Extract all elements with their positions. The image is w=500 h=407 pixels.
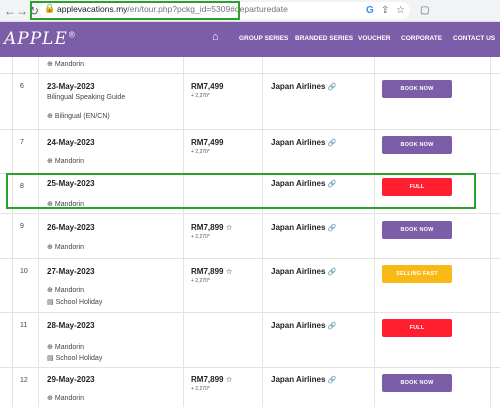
- departure-date: 28-May-2023: [47, 321, 95, 330]
- nav-group-series[interactable]: GROUP SERIES: [239, 35, 288, 42]
- school-holiday-tag: ▤ School Holiday: [47, 355, 103, 362]
- google-icon[interactable]: G: [366, 3, 374, 19]
- table-row: 11 28-May-2023 ⊕ Mandorin ▤ School Holiday…: [0, 313, 500, 368]
- link-icon: 🔗: [327, 84, 337, 91]
- globe-icon: ⊕: [47, 113, 53, 120]
- book-now-button[interactable]: BOOK NOW: [382, 374, 452, 392]
- airline[interactable]: Japan Airlines 🔗: [271, 82, 336, 91]
- link-icon: 🔗: [327, 140, 337, 147]
- link-icon: 🔗: [327, 225, 337, 232]
- globe-icon: ⊕: [47, 158, 53, 165]
- price: RM7,899 ☆: [191, 223, 233, 232]
- language: ⊕ Bilingual (EN/CN): [47, 113, 110, 120]
- link-icon: 🔗: [327, 323, 337, 330]
- row-number: 12: [20, 377, 28, 384]
- guide-note: Bilingual Speaking Guide: [47, 94, 126, 101]
- star-icon: ☆: [225, 375, 233, 384]
- table-row: 7 24-May-2023 ⊕ Mandorin RM7,499 + 2,270*…: [0, 130, 500, 174]
- departure-date: 23-May-2023: [47, 82, 95, 91]
- link-icon: 🔗: [327, 377, 337, 384]
- table-row: ⊕ Mandorin: [0, 57, 500, 74]
- departures-table: ⊕ Mandorin 6 23-May-2023 Bilingual Speaki…: [0, 57, 500, 407]
- tax-amount: + 2,270*: [191, 149, 210, 155]
- row-number: 10: [20, 268, 28, 275]
- star-icon: ☆: [225, 267, 233, 276]
- price: RM7,499: [191, 82, 224, 91]
- language: ⊕ Mandorin: [47, 395, 85, 402]
- tax-amount: + 2,270*: [191, 93, 210, 99]
- language: ⊕ Mandorin: [47, 244, 85, 251]
- airline[interactable]: Japan Airlines 🔗: [271, 138, 336, 147]
- globe-icon: ⊕: [47, 395, 53, 402]
- language: ⊕ Mandorin: [47, 61, 85, 68]
- language: ⊕ Mandorin: [47, 344, 85, 351]
- site-header: APPLE® ⌂ GROUP SERIES BRANDED SERIES VOU…: [0, 22, 500, 57]
- extensions-icon[interactable]: ▢: [420, 3, 429, 19]
- airline[interactable]: Japan Airlines 🔗: [271, 321, 336, 330]
- star-icon: ☆: [225, 223, 233, 232]
- selling-fast-button[interactable]: SELLING FAST: [382, 265, 452, 283]
- table-row: 12 29-May-2023 ⊕ Mandorin RM7,899 ☆ + 2,2…: [0, 368, 500, 407]
- school-holiday-tag: ▤ School Holiday: [47, 299, 103, 306]
- nav-corporate[interactable]: CORPORATE: [401, 35, 442, 42]
- nav-voucher[interactable]: VOUCHER: [358, 35, 391, 42]
- book-now-button[interactable]: BOOK NOW: [382, 136, 452, 154]
- nav-branded-series[interactable]: BRANDED SERIES: [295, 35, 353, 42]
- share-icon[interactable]: ⇪: [381, 3, 389, 19]
- airline[interactable]: Japan Airlines 🔗: [271, 223, 336, 232]
- price: RM7,899 ☆: [191, 375, 233, 384]
- row-number: 9: [20, 223, 24, 230]
- globe-icon: ⊕: [47, 287, 53, 294]
- book-now-button[interactable]: BOOK NOW: [382, 221, 452, 239]
- calendar-icon: ▤: [47, 355, 54, 362]
- row-highlight-box: [6, 173, 476, 209]
- row-number: 11: [20, 322, 28, 329]
- table-row: 9 26-May-2023 ⊕ Mandorin RM7,899 ☆ + 2,27…: [0, 214, 500, 259]
- departure-date: 29-May-2023: [47, 375, 95, 384]
- globe-icon: ⊕: [47, 344, 53, 351]
- airline[interactable]: Japan Airlines 🔗: [271, 375, 336, 384]
- full-button[interactable]: FULL: [382, 319, 452, 337]
- row-number: 6: [20, 83, 24, 90]
- language: ⊕ Mandorin: [47, 287, 85, 294]
- browser-toolbar: ← → ↻ 🔒 applevacations.my/en/tour.php?pc…: [0, 0, 500, 22]
- tax-amount: + 2,270*: [191, 278, 210, 284]
- departure-date: 26-May-2023: [47, 223, 95, 232]
- home-icon[interactable]: ⌂: [212, 31, 219, 43]
- calendar-icon: ▤: [47, 299, 54, 306]
- price: RM7,899 ☆: [191, 267, 233, 276]
- row-number: 7: [20, 139, 24, 146]
- airline[interactable]: Japan Airlines 🔗: [271, 267, 336, 276]
- departure-date: 24-May-2023: [47, 138, 95, 147]
- language: ⊕ Mandorin: [47, 158, 85, 165]
- globe-icon: ⊕: [47, 61, 53, 68]
- bookmark-star-icon[interactable]: ☆: [396, 3, 405, 19]
- tax-amount: + 2,270*: [191, 386, 210, 392]
- table-row: 6 23-May-2023 Bilingual Speaking Guide ⊕…: [0, 74, 500, 130]
- nav-contact-us[interactable]: CONTACT US: [453, 35, 495, 42]
- tax-amount: + 2,270*: [191, 234, 210, 240]
- logo[interactable]: APPLE®: [4, 29, 77, 49]
- table-row: 10 27-May-2023 ⊕ Mandorin ▤ School Holiday…: [0, 259, 500, 313]
- globe-icon: ⊕: [47, 244, 53, 251]
- price: RM7,499: [191, 138, 224, 147]
- link-icon: 🔗: [327, 269, 337, 276]
- departure-date: 27-May-2023: [47, 267, 95, 276]
- url-highlight-box: [30, 1, 240, 20]
- book-now-button[interactable]: BOOK NOW: [382, 80, 452, 98]
